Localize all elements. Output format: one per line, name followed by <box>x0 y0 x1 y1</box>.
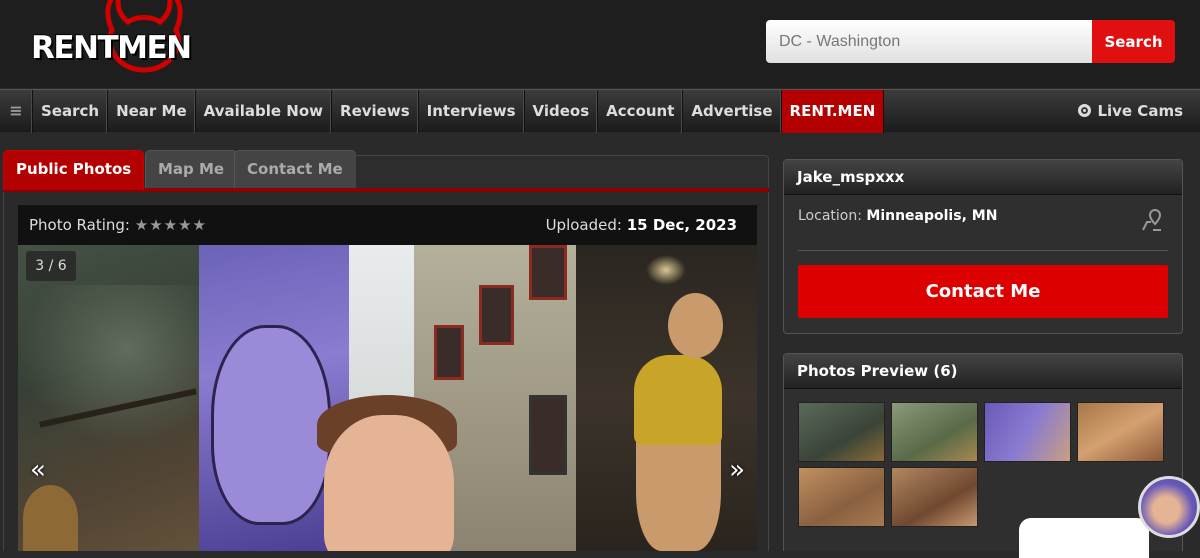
photo-rating-label: Photo Rating: <box>29 216 130 234</box>
photo-content <box>529 395 567 475</box>
chevron-left-icon[interactable]: « <box>30 455 46 485</box>
photo-counter: 3 / 6 <box>26 251 76 281</box>
chat-widget-tab[interactable] <box>1019 518 1149 558</box>
nav-item-videos[interactable]: Videos <box>525 90 599 133</box>
nav-item-reviews[interactable]: Reviews <box>332 90 419 133</box>
current-photo[interactable] <box>199 245 576 551</box>
nav-item-advertise[interactable]: Advertise <box>683 90 782 133</box>
contact-me-button[interactable]: Contact Me <box>798 265 1168 318</box>
location-search-input[interactable] <box>766 20 1093 63</box>
photo-carousel[interactable]: 3 / 6 « » <box>18 245 757 551</box>
nav-item-available-now[interactable]: Available Now <box>196 90 333 133</box>
profile-box: Jake_mspxxx Location: Minneapolis, MN Co… <box>783 159 1183 334</box>
main-nav: ≡ Search Near Me Available Now Reviews I… <box>0 89 1200 133</box>
uploaded-date: 15 Dec, 2023 <box>626 216 737 234</box>
photo-content <box>324 415 454 551</box>
webcam-icon <box>1078 104 1092 117</box>
photo-thumbnail[interactable] <box>798 467 885 527</box>
nav-item-interviews[interactable]: Interviews <box>419 90 525 133</box>
tab-contact-me[interactable]: Contact Me <box>234 150 356 188</box>
photo-content <box>634 355 722 445</box>
site-logo[interactable]: RENTMEN <box>30 0 215 82</box>
photo-content <box>529 245 567 300</box>
rating-stars-icon[interactable]: ★★★★★ <box>135 216 207 234</box>
next-photo[interactable] <box>576 245 757 551</box>
photo-thumbnail[interactable] <box>891 402 978 462</box>
location-row: Location: Minneapolis, MN <box>798 208 997 224</box>
live-cams-label: Live Cams <box>1097 102 1183 120</box>
upload-info: Uploaded: 15 Dec, 2023 <box>546 205 737 245</box>
profile-username: Jake_mspxxx <box>784 160 1182 195</box>
photo-thumbnail[interactable] <box>1077 402 1164 462</box>
search-button[interactable]: Search <box>1092 20 1175 63</box>
hamburger-icon[interactable]: ≡ <box>0 90 33 133</box>
uploaded-label: Uploaded: <box>545 216 622 234</box>
chat-avatar[interactable] <box>1138 476 1200 538</box>
nav-item-near-me[interactable]: Near Me <box>108 90 196 133</box>
previous-photo[interactable] <box>18 245 199 551</box>
photo-content <box>23 485 78 551</box>
logo-wordmark: RENTMEN <box>31 30 192 66</box>
photo-content <box>434 325 464 380</box>
photos-preview-title: Photos Preview (6) <box>784 354 1182 389</box>
chevron-right-icon[interactable]: » <box>729 455 745 485</box>
location-label: Location: <box>798 208 862 224</box>
photo-content <box>211 325 331 525</box>
photo-content <box>479 285 514 345</box>
profile-tabs: Public Photos Map Me Contact Me <box>3 150 769 192</box>
nav-item-live-cams[interactable]: Live Cams <box>1078 90 1183 133</box>
nav-item-rent-men[interactable]: RENT.MEN <box>781 90 885 133</box>
photo-content <box>646 255 686 285</box>
photo-thumbnail[interactable] <box>984 402 1071 462</box>
photo-thumbnail[interactable] <box>891 467 978 527</box>
divider <box>798 250 1168 251</box>
location-value: Minneapolis, MN <box>866 208 998 224</box>
photo-content <box>668 293 723 358</box>
tab-map-me[interactable]: Map Me <box>145 150 238 188</box>
nav-item-account[interactable]: Account <box>598 90 684 133</box>
photo-panel: Photo Rating: ★★★★★ Uploaded: 15 Dec, 20… <box>3 192 769 551</box>
photo-thumbnail[interactable] <box>798 402 885 462</box>
tab-bar-filler <box>355 155 769 188</box>
site-header: RENTMEN Search <box>0 0 1200 88</box>
map-pin-icon[interactable] <box>1142 208 1162 232</box>
nav-item-search[interactable]: Search <box>33 90 109 133</box>
tab-public-photos[interactable]: Public Photos <box>3 150 145 190</box>
photo-info-bar: Photo Rating: ★★★★★ Uploaded: 15 Dec, 20… <box>18 205 757 245</box>
